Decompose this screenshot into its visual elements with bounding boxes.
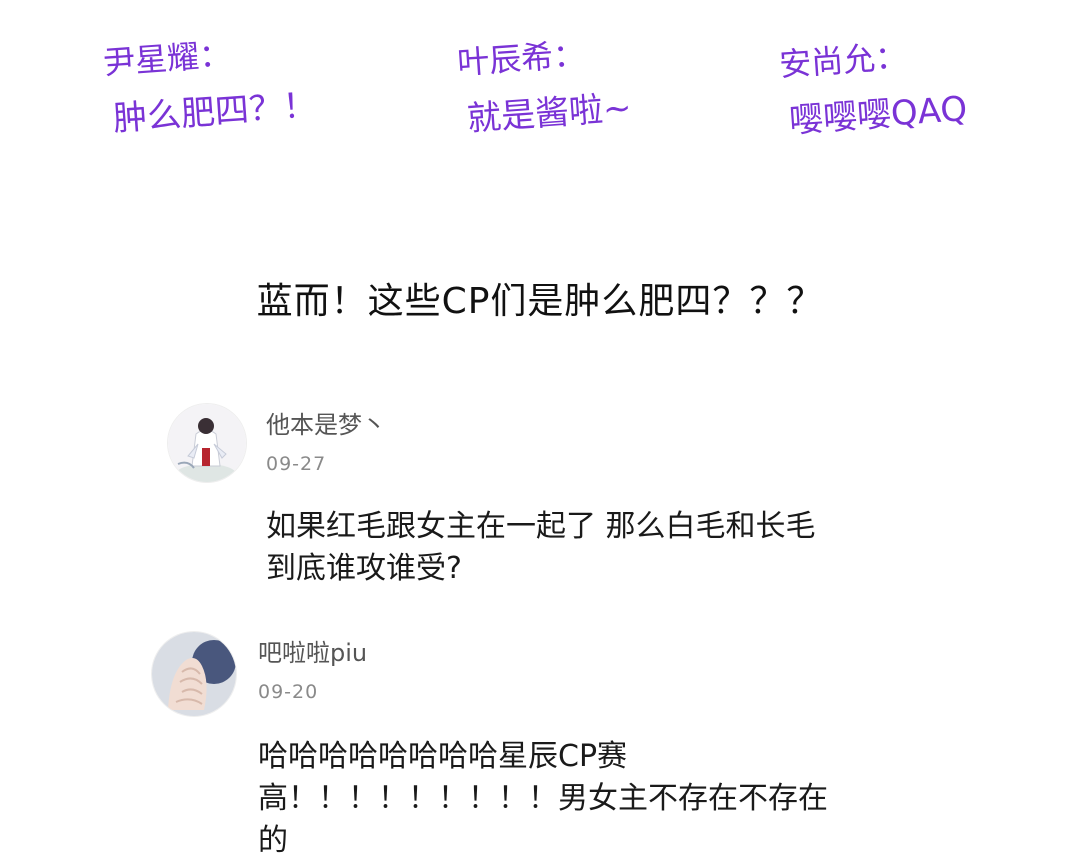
page-caption: 蓝而！这些CP们是肿么肥四？？？ (256, 281, 824, 322)
comment-body: 哈哈哈哈哈哈哈哈星辰CP赛 高！！！！！！！！！男女主不存在不存在 的 (258, 736, 828, 862)
comment-username[interactable]: 吧啦啦piu (258, 638, 367, 668)
comment-body: 如果红毛跟女主在一起了 那么白毛和长毛 到底谁攻谁受? (266, 506, 816, 590)
character-name: 叶辰希： (456, 35, 587, 82)
comment-body-line: 高！！！！！！！！！男女主不存在不存在 (258, 781, 828, 816)
comment-username[interactable]: 他本是梦丶 (266, 410, 386, 440)
character-quote-yin-xingyao: 尹星耀： 肿么肥四？！ (102, 29, 318, 139)
comment-body-line: 哈哈哈哈哈哈哈哈星辰CP赛 (258, 739, 628, 774)
avatar[interactable] (168, 404, 246, 482)
character-quote-an-shangyun: 安尚允： 嘤嘤嘤QAQ (778, 33, 968, 142)
avatar-anime-figure-image (168, 404, 246, 482)
avatar[interactable] (152, 632, 236, 716)
character-name: 尹星耀： (102, 35, 233, 82)
comment-body-line: 的 (258, 823, 288, 858)
character-name: 安尚允： (778, 37, 909, 84)
character-line: 肿么肥四？！ (111, 85, 319, 140)
comment-body-line: 到底谁攻谁受? (266, 551, 462, 586)
comment-body-line: 如果红毛跟女主在一起了 那么白毛和长毛 (266, 509, 816, 544)
character-line: 就是酱啦~ (465, 87, 633, 140)
character-line: 嘤嘤嘤QAQ (787, 89, 969, 142)
comment-date: 09-27 (266, 453, 327, 475)
character-quote-ye-chenxi: 叶辰希： 就是酱啦~ (456, 32, 633, 140)
comment-date: 09-20 (258, 681, 319, 703)
avatar-hands-image (152, 632, 236, 716)
